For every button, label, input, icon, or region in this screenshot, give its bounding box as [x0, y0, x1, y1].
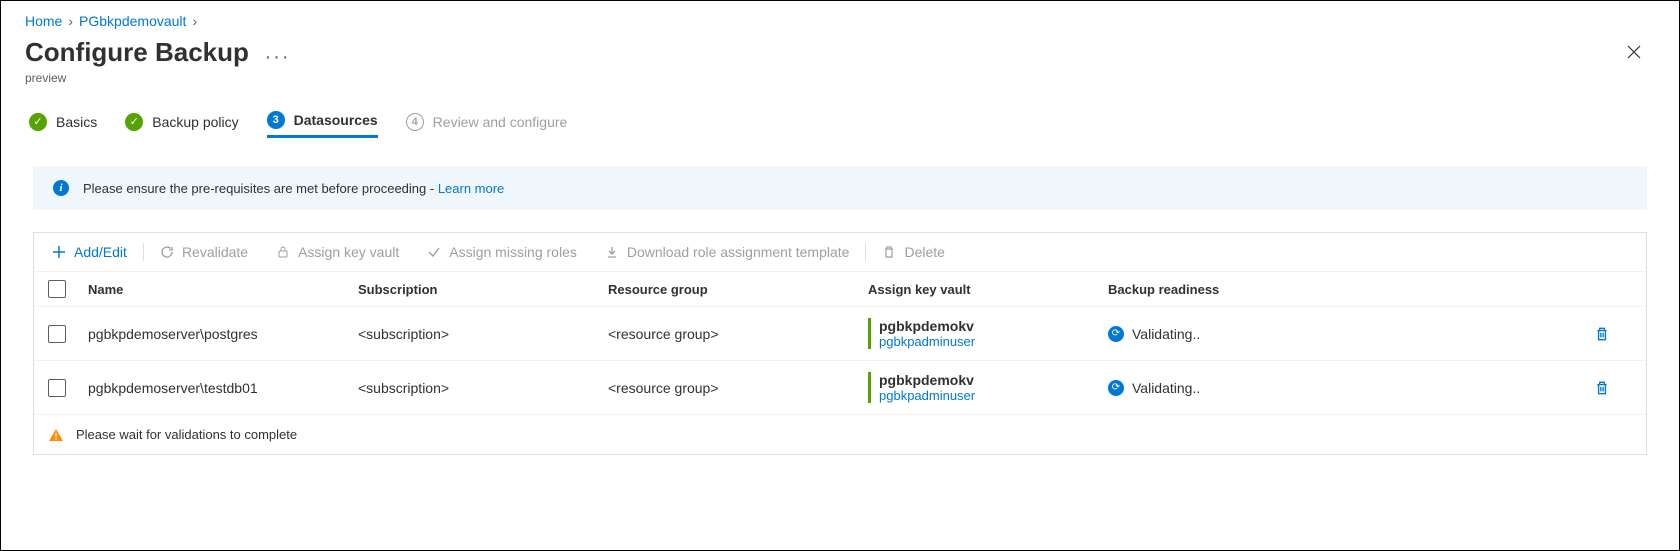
separator	[865, 243, 866, 261]
separator	[143, 243, 144, 261]
tab-backup-policy[interactable]: ✓ Backup policy	[125, 113, 238, 137]
download-icon	[605, 245, 619, 259]
cell-name: pgbkpdemoserver\testdb01	[88, 380, 358, 396]
warning-icon	[48, 428, 64, 442]
step-number-icon: 4	[406, 113, 424, 131]
close-icon	[1627, 45, 1641, 59]
info-banner: i Please ensure the pre-requisites are m…	[33, 166, 1647, 210]
cell-key-vault-name: pgbkpdemokv	[879, 318, 1108, 334]
plus-icon	[52, 245, 66, 259]
datasources-toolbar: Add/Edit Revalidate Assign key vault Ass…	[34, 233, 1646, 271]
tab-basics-label: Basics	[56, 114, 97, 130]
datasources-panel: Add/Edit Revalidate Assign key vault Ass…	[33, 232, 1647, 455]
cell-readiness: Validating..	[1132, 326, 1200, 342]
cell-key-vault-user[interactable]: pgbkpadminuser	[879, 334, 1108, 349]
tab-review-label: Review and configure	[433, 114, 568, 130]
page-title: Configure Backup	[25, 37, 249, 68]
table-row: pgbkpdemoserver\testdb01 <subscription> …	[34, 360, 1646, 414]
assign-key-vault-button[interactable]: Assign key vault	[262, 244, 413, 260]
tab-review: 4 Review and configure	[406, 113, 568, 137]
row-checkbox[interactable]	[48, 325, 66, 343]
cell-subscription: <subscription>	[358, 380, 608, 396]
check-icon	[427, 245, 441, 259]
breadcrumb-home[interactable]: Home	[25, 13, 62, 29]
row-checkbox[interactable]	[48, 379, 66, 397]
column-resource-group[interactable]: Resource group	[608, 282, 868, 297]
tab-basics[interactable]: ✓ Basics	[29, 113, 97, 137]
revalidate-button[interactable]: Revalidate	[146, 244, 262, 260]
sync-icon: ⟳	[1108, 380, 1124, 396]
tab-policy-label: Backup policy	[152, 114, 238, 130]
add-edit-button[interactable]: Add/Edit	[48, 244, 141, 260]
cell-subscription: <subscription>	[358, 326, 608, 342]
column-key-vault[interactable]: Assign key vault	[868, 282, 1108, 297]
assign-missing-roles-button[interactable]: Assign missing roles	[413, 244, 591, 260]
tab-datasources[interactable]: 3 Datasources	[267, 111, 378, 138]
cell-key-vault-name: pgbkpdemokv	[879, 372, 1108, 388]
info-text: Please ensure the pre-requisites are met…	[83, 181, 438, 196]
step-number-icon: 3	[267, 111, 285, 129]
validation-text: Please wait for validations to complete	[76, 427, 297, 442]
lock-icon	[276, 245, 290, 259]
cell-key-vault-user[interactable]: pgbkpadminuser	[879, 388, 1108, 403]
chevron-right-icon: ›	[192, 13, 197, 29]
trash-icon	[1594, 326, 1610, 342]
more-actions-button[interactable]: ···	[265, 46, 291, 68]
download-template-button[interactable]: Download role assignment template	[591, 244, 864, 260]
column-name[interactable]: Name	[88, 282, 358, 297]
delete-button[interactable]: Delete	[868, 244, 958, 260]
column-subscription[interactable]: Subscription	[358, 282, 608, 297]
column-backup-readiness[interactable]: Backup readiness	[1108, 282, 1572, 297]
check-icon: ✓	[29, 113, 47, 131]
cell-resource-group: <resource group>	[608, 326, 868, 342]
close-button[interactable]	[1621, 39, 1647, 65]
cell-readiness: Validating..	[1132, 380, 1200, 396]
page-subtitle: preview	[25, 71, 1621, 85]
cell-name: pgbkpdemoserver\postgres	[88, 326, 358, 342]
refresh-icon	[160, 245, 174, 259]
check-icon: ✓	[125, 113, 143, 131]
breadcrumb: Home › PGbkpdemovault ›	[1, 1, 1679, 29]
breadcrumb-vault[interactable]: PGbkpdemovault	[79, 13, 186, 29]
cell-resource-group: <resource group>	[608, 380, 868, 396]
select-all-checkbox[interactable]	[48, 280, 66, 298]
delete-row-button[interactable]	[1594, 326, 1610, 342]
table-row: pgbkpdemoserver\postgres <subscription> …	[34, 306, 1646, 360]
tab-datasources-label: Datasources	[294, 112, 378, 128]
chevron-right-icon: ›	[68, 13, 73, 29]
delete-row-button[interactable]	[1594, 380, 1610, 396]
validation-message: Please wait for validations to complete	[34, 414, 1646, 454]
table-header: Name Subscription Resource group Assign …	[34, 271, 1646, 306]
sync-icon: ⟳	[1108, 326, 1124, 342]
wizard-tabs: ✓ Basics ✓ Backup policy 3 Datasources 4…	[1, 85, 1679, 138]
info-icon: i	[53, 180, 69, 196]
trash-icon	[882, 245, 896, 259]
learn-more-link[interactable]: Learn more	[438, 181, 504, 196]
trash-icon	[1594, 380, 1610, 396]
